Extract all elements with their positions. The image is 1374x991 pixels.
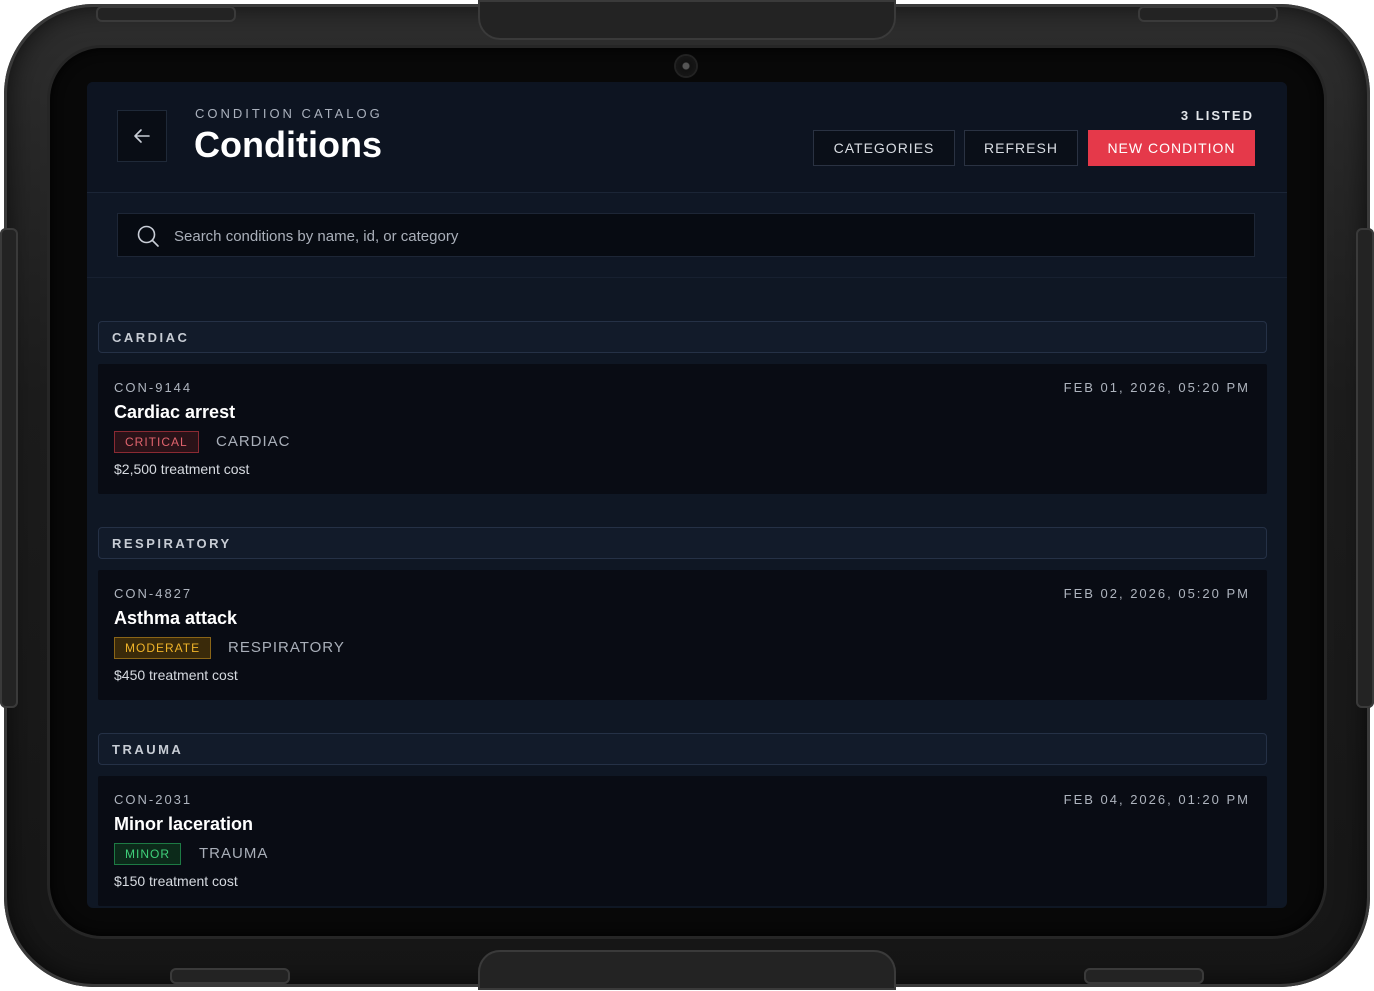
- page-header: CONDITION CATALOG Conditions 3 LISTED CA…: [87, 82, 1287, 193]
- condition-id: CON-2031: [114, 792, 193, 807]
- treatment-cost: $450 treatment cost: [114, 667, 238, 683]
- refresh-button[interactable]: REFRESH: [964, 130, 1078, 166]
- page-eyebrow: CONDITION CATALOG: [195, 106, 383, 121]
- condition-date: FEB 01, 2026, 05:20 PM: [1063, 380, 1250, 395]
- categories-button[interactable]: CATEGORIES: [813, 130, 955, 166]
- treatment-cost: $2,500 treatment cost: [114, 461, 250, 477]
- case-button-top-left: [96, 6, 236, 22]
- page-title: Conditions: [194, 124, 382, 165]
- condition-id: CON-4827: [114, 586, 193, 601]
- search-box[interactable]: [117, 213, 1255, 258]
- search-bar-region: [87, 193, 1287, 278]
- severity-badge: MINOR: [114, 843, 181, 865]
- app-screen: CONDITION CATALOG Conditions 3 LISTED CA…: [87, 82, 1287, 908]
- group-header-trauma[interactable]: TRAUMA: [98, 733, 1267, 765]
- search-input[interactable]: [172, 214, 1246, 258]
- group-header-respiratory[interactable]: RESPIRATORY: [98, 527, 1267, 559]
- camera-icon: [676, 56, 696, 76]
- condition-category: CARDIAC: [216, 433, 291, 450]
- condition-category: RESPIRATORY: [228, 639, 345, 656]
- severity-badge: CRITICAL: [114, 431, 199, 453]
- condition-category: TRAUMA: [199, 845, 269, 862]
- condition-card[interactable]: CON-9144 FEB 01, 2026, 05:20 PM Cardiac …: [98, 364, 1267, 494]
- condition-name: Cardiac arrest: [114, 402, 236, 422]
- case-grip-left: [0, 228, 18, 708]
- case-bumper-bottom: [478, 950, 896, 990]
- case-bumper-top: [478, 0, 896, 40]
- case-bumper-bottom-right: [1084, 968, 1204, 984]
- condition-card[interactable]: CON-4827 FEB 02, 2026, 05:20 PM Asthma a…: [98, 570, 1267, 700]
- condition-card[interactable]: CON-2031 FEB 04, 2026, 01:20 PM Minor la…: [98, 776, 1267, 906]
- search-icon: [137, 225, 159, 247]
- condition-id: CON-9144: [114, 380, 193, 395]
- listed-count: 3 LISTED: [1180, 108, 1254, 123]
- treatment-cost: $150 treatment cost: [114, 873, 238, 889]
- condition-date: FEB 04, 2026, 01:20 PM: [1063, 792, 1250, 807]
- condition-name: Minor laceration: [114, 814, 254, 834]
- case-grip-right: [1356, 228, 1374, 708]
- back-button[interactable]: [117, 110, 167, 162]
- arrow-left-icon: [134, 129, 150, 143]
- case-button-top-right: [1138, 6, 1278, 22]
- condition-date: FEB 02, 2026, 05:20 PM: [1063, 586, 1250, 601]
- severity-badge: MODERATE: [114, 637, 212, 659]
- condition-name: Asthma attack: [114, 608, 238, 628]
- group-header-cardiac[interactable]: CARDIAC: [98, 321, 1267, 353]
- new-condition-button[interactable]: NEW CONDITION: [1088, 130, 1255, 166]
- case-bumper-bottom-left: [170, 968, 290, 984]
